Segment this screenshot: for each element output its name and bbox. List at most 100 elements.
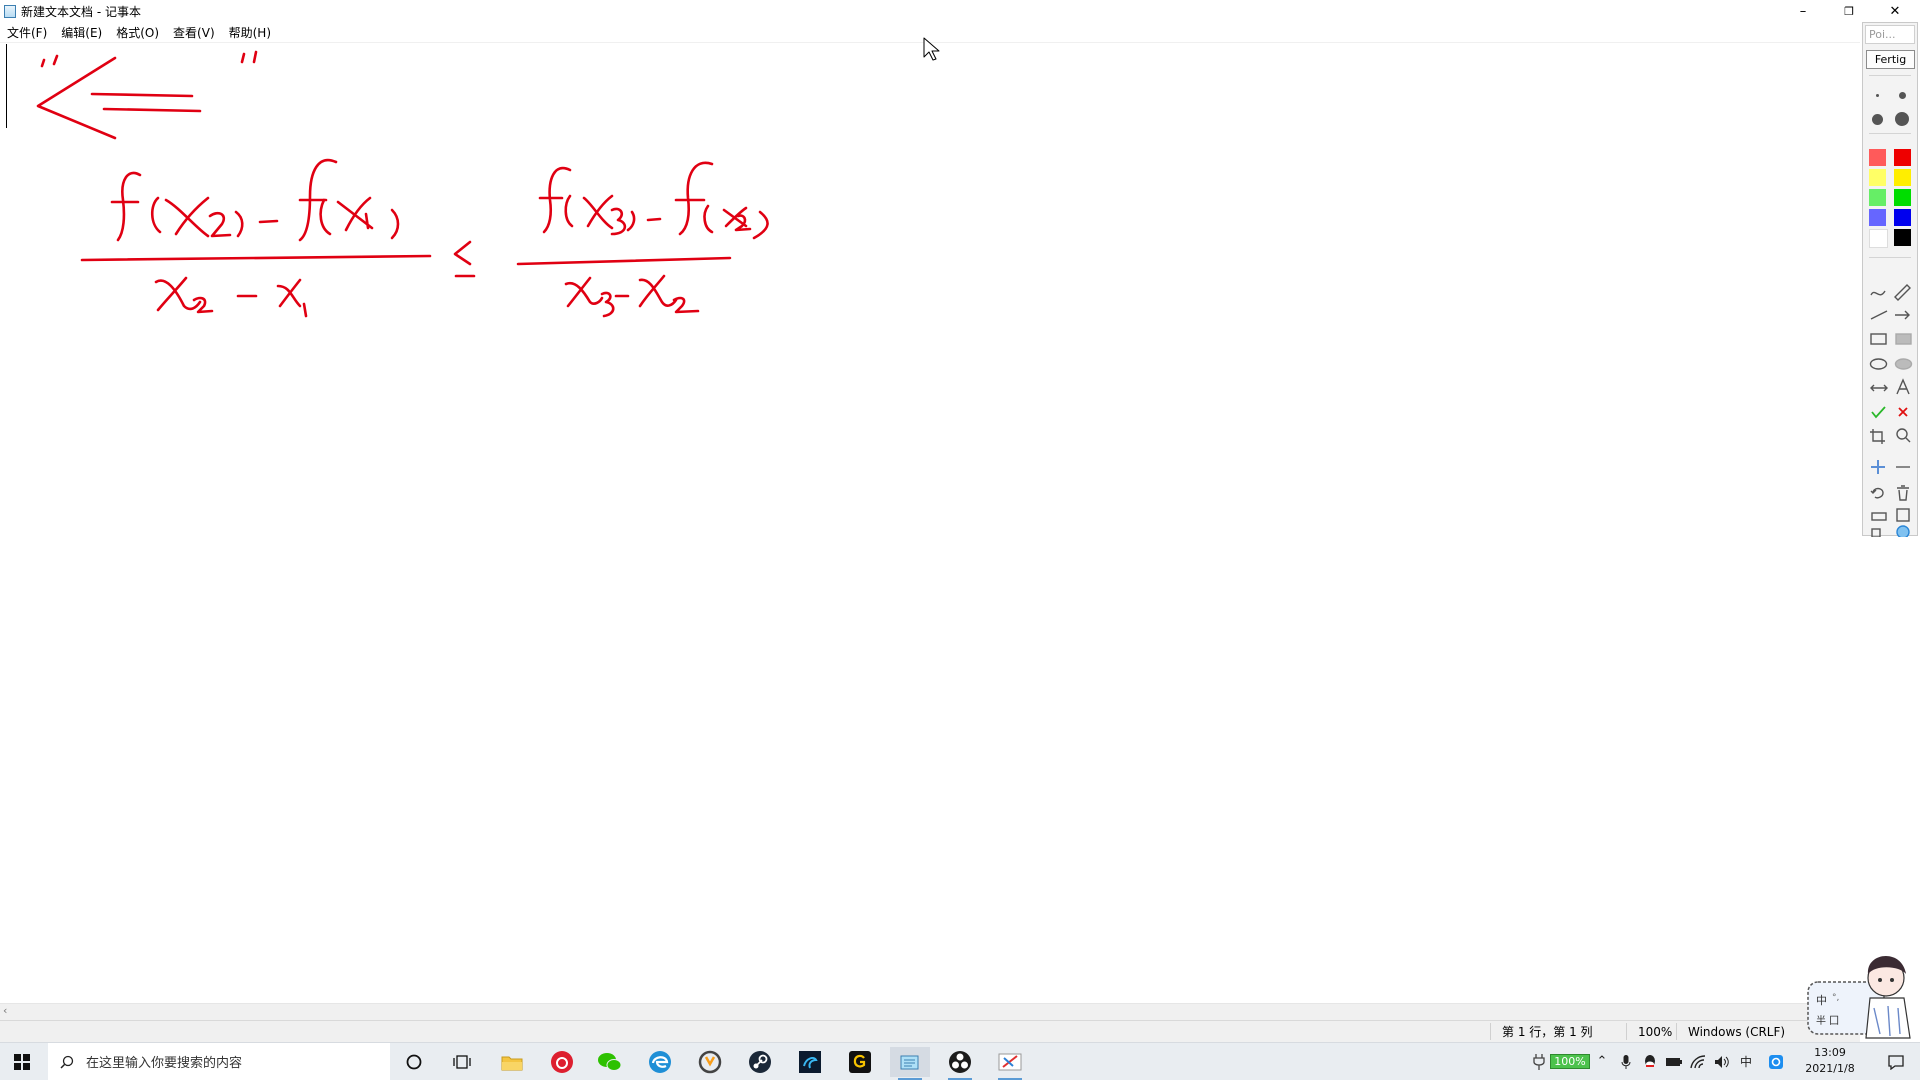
ink-f-left-2 [298,158,338,242]
taskbar-app-file-explorer[interactable] [492,1047,532,1077]
ink-sub-3-denominator [600,291,615,318]
folder-icon [501,1056,523,1071]
tray-battery-indicator[interactable]: 100% [1550,1043,1590,1080]
taskbar-app-pointofix[interactable] [990,1047,1030,1080]
taskbar-app-netease-music[interactable] [542,1047,582,1077]
brush-size-3-button[interactable] [1867,109,1887,129]
color-swatch[interactable] [1869,169,1886,186]
status-divider [1490,1023,1491,1040]
ink-x-3-numerator [582,194,614,230]
mascot-row2-label: 半 囗 [1816,1014,1839,1027]
notepad-icon [900,1055,919,1070]
notification-icon [1888,1054,1904,1070]
color-swatch[interactable] [1869,189,1886,206]
handwritten-ink-layer [36,37,940,318]
taskbar-app-edge[interactable] [640,1047,680,1077]
mascot-body [1865,997,1911,1039]
taskbar-app-g-hub[interactable] [840,1047,880,1077]
color-swatch[interactable] [1869,229,1888,248]
ink-paren-close-4 [752,210,769,240]
netease-music-icon [551,1051,573,1073]
taskbar-app-battlenet[interactable] [790,1047,830,1077]
crop-tool-icon [1870,429,1885,444]
pen-done-button[interactable]: Fertig [1866,50,1915,69]
double-arrow-tool-icon [1870,384,1888,392]
cortana-button[interactable] [394,1047,434,1077]
cross-stamp-icon [1898,407,1908,417]
ink-sub-2-left [208,211,232,238]
status-bar: 第 1 行，第 1 列 100% Windows (CRLF) [0,1020,1860,1042]
mascot-punct-label: °, [1832,993,1839,1003]
ink-arrow-head [36,56,117,140]
zoom-tool-icon [1896,428,1908,440]
brush-size-4-button[interactable] [1892,109,1912,129]
action-center-button[interactable] [1876,1043,1916,1080]
taskbar-app-overwatch[interactable] [690,1047,730,1077]
tray-ime-indicator[interactable]: 中 [1736,1043,1756,1080]
ink-minus-left [258,219,279,224]
taskbar-app-obs[interactable] [940,1047,980,1080]
checkmark-stamp-icon [1871,406,1886,419]
tray-wifi-icon[interactable] [1688,1043,1708,1080]
status-cursor-position: 第 1 行，第 1 列 [1502,1025,1593,1039]
taskbar-search-box[interactable]: 在这里输入你要搜索的内容 [48,1043,390,1080]
horizontal-scrollbar[interactable]: ‹ [0,1003,1860,1020]
status-divider [1626,1023,1627,1040]
print-icon [1871,512,1887,521]
color-swatch[interactable] [1894,209,1911,226]
status-line-ending: Windows (CRLF) [1688,1024,1786,1039]
desktop-mascot-widget[interactable]: 中 °, 半 囗 [1804,948,1918,1040]
ink-f-left-1 [110,171,142,242]
taskbar-app-steam[interactable] [740,1047,780,1077]
drawing-tools-grid [1869,284,1913,537]
tray-volume-icon[interactable] [1712,1043,1732,1080]
taskbar-app-notepad[interactable] [890,1047,930,1080]
search-icon [60,1055,74,1069]
tray-qq-browser-icon[interactable] [1766,1043,1786,1080]
ink-quote-open [40,54,59,68]
ink-x-2-left [164,196,210,238]
ink-paren-open-1 [150,196,162,234]
ink-paren-open-2 [319,198,332,236]
start-button[interactable] [0,1043,44,1081]
color-swatch[interactable] [1894,229,1911,246]
scroll-left-arrow-icon[interactable]: ‹ [3,1004,7,1017]
undo-icon [1870,487,1884,499]
tray-battery-icon[interactable] [1664,1043,1684,1080]
tray-overflow-chevron-icon[interactable]: ⌃ [1592,1043,1612,1080]
ink-fraction-bar-right [516,256,732,266]
color-swatch[interactable] [1869,149,1886,166]
color-swatch[interactable] [1869,209,1886,226]
color-swatch[interactable] [1894,169,1911,186]
taskbar-search-placeholder: 在这里输入你要搜索的内容 [86,1056,243,1071]
ink-sub-2-denominator-right [672,296,700,314]
tray-qq-icon[interactable] [1640,1043,1660,1080]
steam-icon [749,1051,771,1073]
pen-toolbar-search[interactable]: Poi... [1865,25,1915,44]
freehand-pen-icon [1870,290,1886,296]
brush-size-2-button[interactable] [1892,85,1912,105]
pen-toolbar: Poi... Fertig [1862,22,1918,537]
ink-paren-open-3 [564,194,574,228]
color-swatch[interactable] [1894,149,1911,166]
ellipse-tool-icon [1869,358,1888,370]
ink-sub-2-numerator [734,214,752,232]
taskbar-clock[interactable]: 13:09 2021/1/8 [1788,1045,1872,1077]
color-swatch[interactable] [1894,189,1911,206]
tray-power-plug-icon[interactable] [1528,1043,1550,1080]
ink-sub-3-numerator [610,207,627,236]
tray-microphone-icon[interactable] [1616,1043,1636,1080]
ink-paren-close-2 [390,208,400,240]
taskbar: 在这里输入你要搜索的内容 100% ⌃ 中 13:09 2021/1/8 [0,1042,1920,1080]
overwatch-icon [698,1050,722,1074]
pointofix-icon [998,1053,1022,1071]
taskbar-app-wechat[interactable] [590,1047,630,1077]
ink-x-1-left [336,196,374,232]
text-tool-icon [1896,378,1910,395]
ink-quote-close [240,50,258,64]
status-zoom: 100% [1638,1024,1673,1039]
task-view-button[interactable] [442,1047,482,1077]
brush-size-1-button[interactable] [1867,85,1887,105]
ink-x-2-denominator [154,276,202,312]
ink-x-2-denominator-right [638,274,678,308]
